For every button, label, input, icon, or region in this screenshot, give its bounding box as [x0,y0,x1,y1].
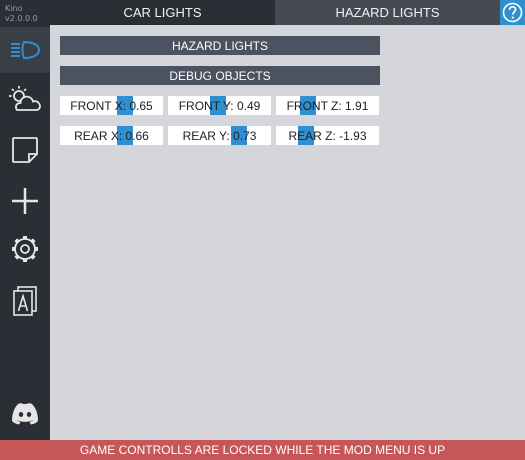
sidebar-item-add[interactable] [0,178,50,224]
sidebar-item-font[interactable] [0,278,50,324]
front-z-label: FRONT Z: 1.91 [286,98,369,113]
sidebar-item-note[interactable] [0,127,50,173]
tab-bar: CAR LIGHTS HAZARD LIGHTS [50,0,525,25]
discord-icon [12,403,38,425]
sidebar-item-weather[interactable] [0,76,50,122]
front-x-label: FRONT X: 0.65 [70,98,153,113]
rear-x-label: REAR X: 0.66 [74,128,149,143]
plus-icon [12,188,38,214]
note-icon [12,137,38,163]
front-z-slider[interactable]: FRONT Z: 1.91 [276,96,379,115]
headlight-icon [11,40,41,60]
rear-y-label: REAR Y: 0.73 [182,128,257,143]
gear-icon [12,236,38,262]
font-icon [13,286,37,316]
rear-z-slider[interactable]: REAR Z: -1.93 [276,126,379,145]
tab-car-lights[interactable]: CAR LIGHTS [50,0,275,25]
sidebar-item-car-lights[interactable] [0,27,50,73]
front-y-label: FRONT Y: 0.49 [178,98,261,113]
front-x-slider[interactable]: FRONT X: 0.65 [60,96,163,115]
app-version-number: v2.0.0.0 [5,14,38,23]
controls-locked-banner: GAME CONTROLLS ARE LOCKED WHILE THE MOD … [0,440,525,460]
rear-z-label: REAR Z: -1.93 [288,128,367,143]
app-version: Kino v2.0.0.0 [5,4,38,24]
rear-y-slider[interactable]: REAR Y: 0.73 [168,126,271,145]
help-icon [502,2,523,23]
sidebar-item-discord[interactable] [0,391,50,437]
weather-icon [9,86,41,111]
debug-objects-header[interactable]: DEBUG OBJECTS [60,66,380,85]
app-name: Kino [5,4,23,13]
tab-hazard-lights[interactable]: HAZARD LIGHTS [275,0,500,25]
hazard-lights-header[interactable]: HAZARD LIGHTS [60,36,380,55]
front-y-slider[interactable]: FRONT Y: 0.49 [168,96,271,115]
sidebar: Kino v2.0.0.0 [0,0,50,440]
sidebar-item-settings[interactable] [0,226,50,272]
help-button[interactable] [500,0,525,25]
rear-x-slider[interactable]: REAR X: 0.66 [60,126,163,145]
